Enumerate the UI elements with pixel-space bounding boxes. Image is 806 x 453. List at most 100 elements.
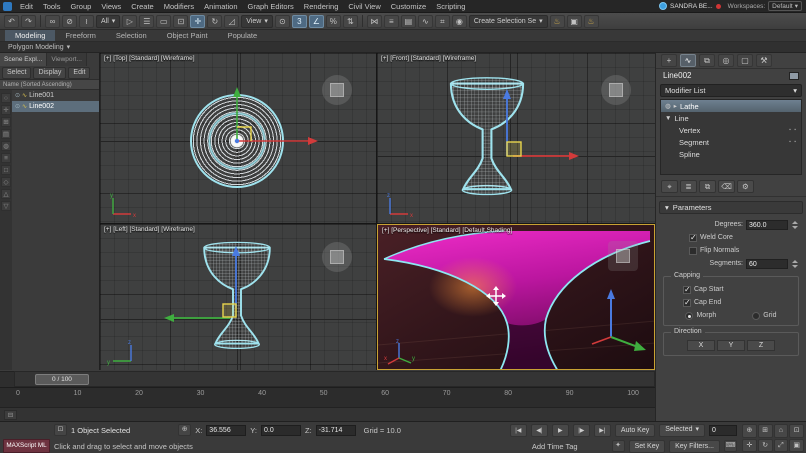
go-to-start-button[interactable]: |◀ (510, 424, 527, 437)
selection-filter-dropdown[interactable]: All ▾ (96, 15, 120, 28)
eye-icon[interactable]: ⊙ (15, 92, 20, 99)
direction-x-button[interactable]: X (687, 340, 715, 351)
stack-item-line[interactable]: ▼ Line (661, 112, 801, 124)
explorer-menu-select[interactable]: Select (2, 67, 31, 79)
object-color-swatch[interactable] (789, 72, 799, 80)
menu-tools[interactable]: Tools (38, 2, 66, 11)
absolute-offset-toggle-icon[interactable]: ⊕ (178, 424, 191, 436)
select-and-link-icon[interactable]: ∞ (45, 15, 60, 28)
spinner-snap-icon[interactable]: ⇅ (343, 15, 358, 28)
modifier-list-dropdown[interactable]: Modifier List ▾ (660, 84, 802, 97)
user-account[interactable]: SANDRA BE... Workspaces: Default ▾ (659, 1, 806, 11)
play-button[interactable]: ▶ (552, 424, 569, 437)
cap-start-checkbox[interactable] (683, 286, 691, 294)
viewport-layout-icon[interactable]: ▣ (789, 439, 804, 453)
select-icon[interactable]: ✛ (1, 105, 11, 115)
list-item-line002[interactable]: ⊙ ∿ Line002 (12, 101, 99, 112)
shapes-filter-icon[interactable]: ◇ (1, 177, 11, 187)
render-production-icon[interactable]: ♨ (584, 15, 599, 28)
cap-end-checkbox[interactable] (683, 299, 691, 307)
viewcube-icon[interactable] (601, 75, 631, 105)
maxscript-mini-listener[interactable]: MAXScript ML (3, 439, 50, 453)
tab-selection[interactable]: Selection (106, 30, 157, 41)
hierarchy-tab-icon[interactable]: ⧉ (699, 54, 715, 67)
rectangular-selection-region-icon[interactable]: ▭ (156, 15, 171, 28)
maximize-viewport-icon[interactable]: ⤢ (774, 439, 789, 453)
pan-icon[interactable]: ✛ (742, 439, 757, 453)
time-slider-handle[interactable]: 0 / 100 (35, 374, 89, 385)
stack-item-vertex[interactable]: Vertex ▪ ▪ (661, 124, 801, 136)
material-editor-icon[interactable]: ◉ (452, 15, 467, 28)
orbit-icon[interactable]: ↻ (758, 439, 773, 453)
mirror-icon[interactable]: ⋈ (367, 15, 382, 28)
stack-item-segment[interactable]: Segment ▪ ▪ (661, 136, 801, 148)
direction-y-button[interactable]: Y (717, 340, 745, 351)
open-mini-curve-editor-icon[interactable]: ⊟ (4, 410, 17, 420)
grid-radio[interactable] (752, 312, 760, 320)
collapse-icon[interactable]: ▼ (665, 115, 671, 122)
y-coordinate-field[interactable]: 0.0 (261, 425, 301, 436)
segments-spinner[interactable] (791, 259, 799, 269)
menu-views[interactable]: Views (96, 2, 126, 11)
polygon-modeling-panel[interactable]: Polygon Modeling (8, 44, 64, 51)
lights-filter-icon[interactable]: △ (1, 189, 11, 199)
viewport-left[interactable]: [+] [Left] [Standard] [Wireframe] y z (100, 224, 376, 370)
track-bar[interactable]: 0 10 20 30 40 50 60 70 80 90 100 (0, 387, 655, 407)
zoom-all-icon[interactable]: ⊞ (758, 424, 773, 438)
viewcube-icon[interactable] (322, 242, 352, 272)
explorer-sort-header[interactable]: Name (Sorted Ascending) (0, 79, 99, 90)
viewport-label-left[interactable]: [+] [Left] [Standard] [Wireframe] (104, 226, 195, 233)
menu-animation[interactable]: Animation (199, 2, 242, 11)
modify-tab-icon[interactable]: ∿ (680, 54, 696, 67)
utilities-tab-icon[interactable]: ⚒ (756, 54, 772, 67)
percent-snap-icon[interactable]: % (326, 15, 341, 28)
flip-normals-checkbox[interactable] (689, 247, 697, 255)
cameras-filter-icon[interactable]: ▽ (1, 201, 11, 211)
stack-item-spline[interactable]: Spline (661, 148, 801, 160)
list-item-line001[interactable]: ⊙ ∿ Line001 (12, 90, 99, 101)
zoom-icon[interactable]: ⊕ (742, 424, 757, 438)
unlink-selection-icon[interactable]: ⊘ (62, 15, 77, 28)
x-coordinate-field[interactable]: 36.556 (206, 425, 246, 436)
viewport-label-front[interactable]: [+] [Front] [Standard] [Wireframe] (381, 55, 476, 62)
align-icon[interactable]: ≡ (384, 15, 399, 28)
reference-coordinate-dropdown[interactable]: View ▾ (241, 15, 273, 28)
go-to-end-button[interactable]: ▶| (594, 424, 611, 437)
geometry-filter-icon[interactable]: □ (1, 165, 11, 175)
zoom-extents-icon[interactable]: ⌂ (774, 424, 789, 438)
degrees-field[interactable]: 360.0 (746, 220, 788, 230)
stack-item-lathe[interactable]: ◍ ▸ Lathe (661, 100, 801, 112)
key-filters-button[interactable]: Key Filters... (669, 440, 720, 453)
show-end-result-icon[interactable]: ≣ (680, 180, 697, 193)
next-frame-button[interactable]: |▶ (573, 424, 590, 437)
keyboard-shortcut-override-icon[interactable]: ⌨ (724, 440, 737, 452)
menu-graph-editors[interactable]: Graph Editors (243, 2, 299, 11)
tab-object-paint[interactable]: Object Paint (157, 30, 218, 41)
viewport-perspective[interactable]: [+] [Perspective] [Standard] [Default Sh… (377, 224, 655, 370)
viewport-label-perspective[interactable]: [+] [Perspective] [Standard] [Default Sh… (382, 227, 512, 234)
make-unique-icon[interactable]: ⧉ (699, 180, 716, 193)
tab-modeling[interactable]: Modeling (5, 30, 55, 41)
create-tab-icon[interactable]: + (661, 54, 677, 67)
select-and-rotate-icon[interactable]: ↻ (207, 15, 222, 28)
remove-modifier-icon[interactable]: ⌫ (718, 180, 735, 193)
z-coordinate-field[interactable]: -31.714 (316, 425, 356, 436)
current-frame-field[interactable]: 0 (709, 425, 737, 436)
bind-to-space-warp-icon[interactable]: ≀ (79, 15, 94, 28)
undo-icon[interactable]: ↶ (4, 15, 19, 28)
add-time-tag[interactable]: Add Time Tag (532, 442, 578, 451)
explorer-menu-display[interactable]: Display (33, 67, 66, 79)
menu-scripting[interactable]: Scripting (431, 2, 470, 11)
sort-icon[interactable]: ≡ (1, 153, 11, 163)
redo-icon[interactable]: ↷ (21, 15, 36, 28)
tab-freeform[interactable]: Freeform (55, 30, 105, 41)
use-center-icon[interactable]: ⊙ (275, 15, 290, 28)
set-key-button[interactable]: Set Key (629, 440, 666, 453)
hierarchy-icon[interactable]: ⊞ (1, 117, 11, 127)
filter-icon[interactable]: ◍ (1, 141, 11, 151)
set-key-icon[interactable]: ✦ (612, 440, 625, 452)
tab-viewport[interactable]: Viewport... (47, 53, 87, 66)
menu-group[interactable]: Group (65, 2, 96, 11)
app-icon[interactable] (3, 2, 12, 11)
zoom-region-icon[interactable]: ⊡ (789, 424, 804, 438)
